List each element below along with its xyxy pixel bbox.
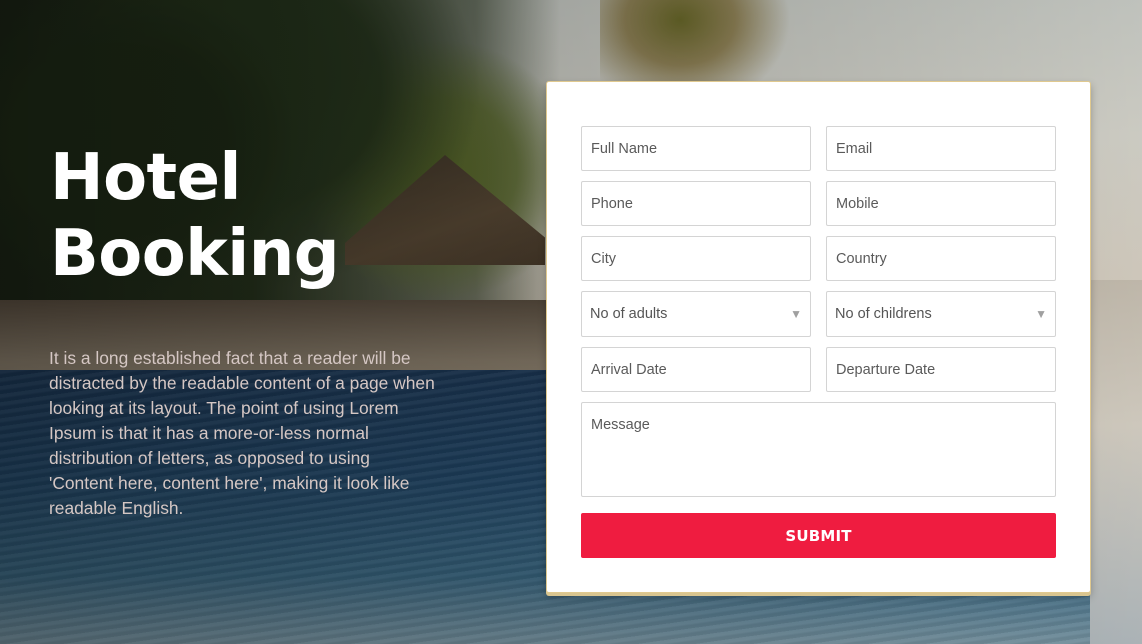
departure-date-input[interactable] xyxy=(826,347,1056,392)
submit-button[interactable]: SUBMIT xyxy=(581,513,1056,558)
adults-select[interactable]: No of adults ▼ xyxy=(581,291,811,337)
title-line-2: Booking xyxy=(50,217,340,291)
booking-form: No of adults ▼ No of childrens ▼ SUBMIT xyxy=(546,81,1091,593)
page-title: Hotel Booking xyxy=(50,140,340,292)
full-name-input[interactable] xyxy=(581,126,811,171)
arrival-date-input[interactable] xyxy=(581,347,811,392)
mobile-input[interactable] xyxy=(826,181,1056,226)
city-input[interactable] xyxy=(581,236,811,281)
children-select-value: No of childrens xyxy=(835,306,932,322)
country-input[interactable] xyxy=(826,236,1056,281)
adults-select-value: No of adults xyxy=(590,306,668,322)
phone-input[interactable] xyxy=(581,181,811,226)
email-input[interactable] xyxy=(826,126,1056,171)
children-select[interactable]: No of childrens ▼ xyxy=(826,291,1056,337)
hero-description: It is a long established fact that a rea… xyxy=(49,348,435,518)
chevron-down-icon: ▼ xyxy=(1035,307,1047,321)
message-textarea[interactable] xyxy=(581,402,1056,497)
title-line-1: Hotel xyxy=(50,141,241,215)
chevron-down-icon: ▼ xyxy=(790,307,802,321)
